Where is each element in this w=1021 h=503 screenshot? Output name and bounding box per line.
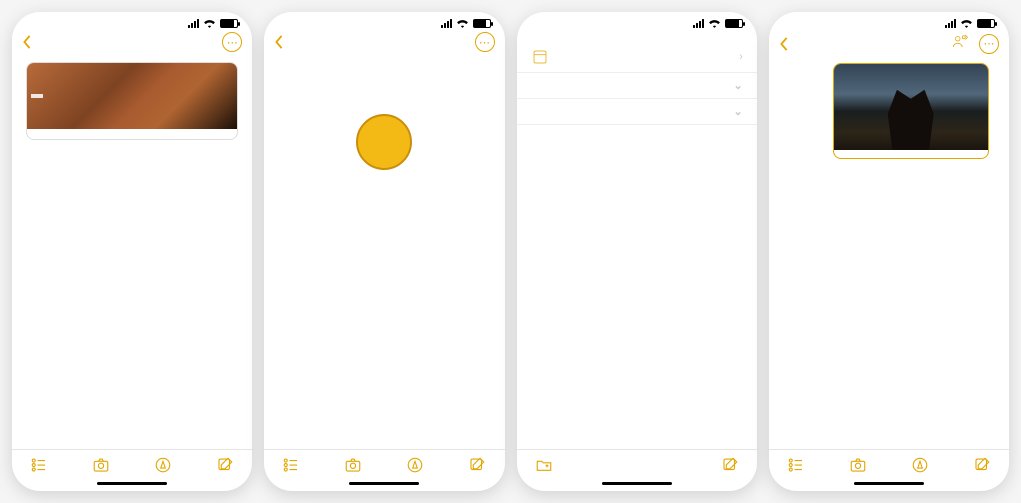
- wifi-icon: [203, 18, 216, 28]
- home-indicator: [854, 482, 924, 485]
- signal-icon: [693, 19, 704, 28]
- nav-bar: ⋯: [12, 30, 252, 56]
- signal-icon: [188, 19, 199, 28]
- checklist-icon[interactable]: [787, 456, 805, 474]
- status-bar: [517, 12, 757, 30]
- status-bar: [264, 12, 504, 30]
- section-tags[interactable]: ⌄: [517, 99, 757, 125]
- compose-icon[interactable]: [216, 456, 234, 474]
- home-indicator: [602, 482, 672, 485]
- battery-icon: [473, 19, 491, 28]
- back-button[interactable]: [22, 35, 34, 49]
- chevron-down-icon: ⌄: [734, 105, 743, 118]
- section-icloud[interactable]: ⌄: [517, 73, 757, 99]
- chevron-down-icon: ⌄: [734, 79, 743, 92]
- screen-folders: › ⌄ ⌄: [517, 12, 757, 491]
- card-overlay-label: [31, 94, 43, 98]
- checklist-icon[interactable]: [282, 456, 300, 474]
- screen-collab-note: ⋯: [769, 12, 1009, 491]
- signal-icon: [441, 19, 452, 28]
- solar-drawing: [278, 62, 490, 222]
- new-folder-icon[interactable]: [535, 456, 553, 474]
- wifi-icon: [456, 18, 469, 28]
- nav-bar: ⋯: [264, 30, 504, 56]
- sun: [356, 114, 412, 170]
- camera-icon[interactable]: [344, 456, 362, 474]
- quicknote-icon: [531, 48, 549, 66]
- battery-icon: [977, 19, 995, 28]
- more-icon[interactable]: ⋯: [979, 34, 999, 54]
- collaborate-icon[interactable]: [951, 32, 969, 55]
- status-bar: [12, 12, 252, 30]
- more-icon[interactable]: ⋯: [222, 32, 242, 52]
- markup-icon[interactable]: [911, 456, 929, 474]
- markup-icon[interactable]: [406, 456, 424, 474]
- checklist-icon[interactable]: [30, 456, 48, 474]
- back-button[interactable]: [274, 35, 286, 49]
- nav-bar: ⋯: [769, 30, 1009, 59]
- wifi-icon: [960, 18, 973, 28]
- home-indicator: [349, 482, 419, 485]
- tags-container: [517, 125, 757, 137]
- back-button[interactable]: [779, 37, 791, 51]
- folder-quick-notes[interactable]: ›: [517, 42, 757, 73]
- compose-icon[interactable]: [973, 456, 991, 474]
- battery-icon: [725, 19, 743, 28]
- card-image: [27, 63, 237, 129]
- toolbar: [264, 449, 504, 478]
- link-card[interactable]: [833, 63, 989, 159]
- chevron-icon: ›: [739, 51, 743, 63]
- toolbar: [12, 449, 252, 478]
- battery-icon: [220, 19, 238, 28]
- author-column: [771, 59, 815, 445]
- compose-icon[interactable]: [721, 456, 739, 474]
- screen-camping-note: ⋯: [12, 12, 252, 491]
- compose-icon[interactable]: [468, 456, 486, 474]
- camera-icon[interactable]: [849, 456, 867, 474]
- link-card[interactable]: [26, 62, 238, 140]
- toolbar: [769, 449, 1009, 478]
- screen-science-note: ⋯: [264, 12, 504, 491]
- camera-icon[interactable]: [92, 456, 110, 474]
- card-image: [834, 64, 988, 150]
- status-bar: [769, 12, 1009, 30]
- markup-icon[interactable]: [154, 456, 172, 474]
- more-icon[interactable]: ⋯: [475, 32, 495, 52]
- home-indicator: [97, 482, 167, 485]
- wifi-icon: [708, 18, 721, 28]
- toolbar: [517, 449, 757, 478]
- signal-icon: [945, 19, 956, 28]
